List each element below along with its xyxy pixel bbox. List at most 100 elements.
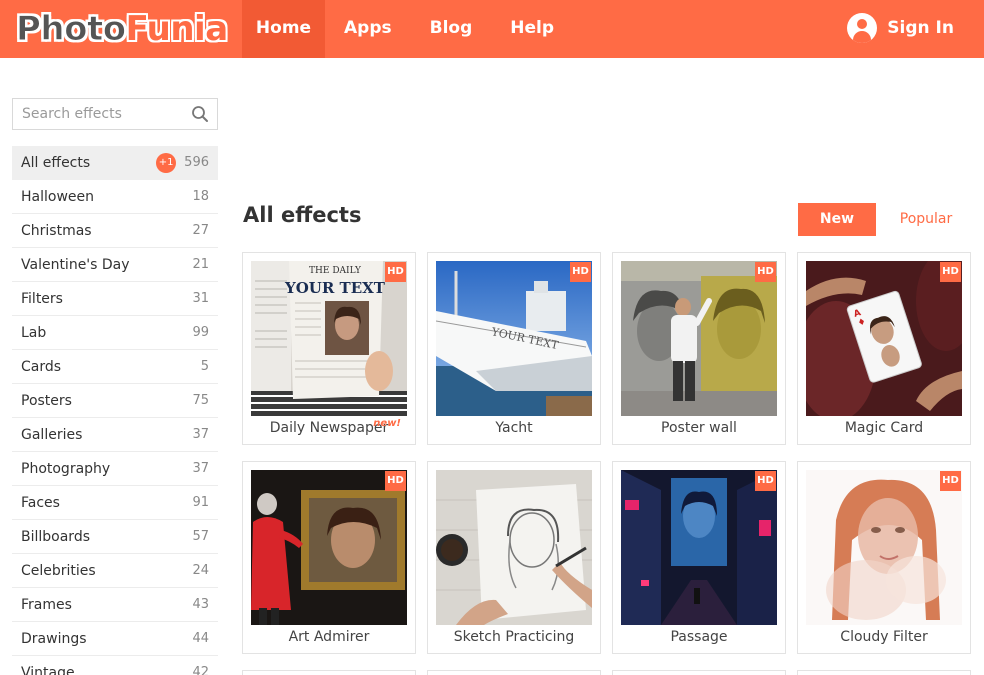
effect-thumbnail <box>436 470 592 625</box>
category-count: 75 <box>192 393 209 408</box>
category-label: Lab <box>21 324 47 341</box>
effect-card-partial[interactable] <box>797 670 971 675</box>
hd-badge: HD <box>755 471 776 491</box>
category-frames[interactable]: Frames 43 <box>12 588 218 622</box>
nav-apps[interactable]: Apps <box>325 0 411 58</box>
effect-label: Magic Card <box>844 420 924 436</box>
hd-badge: HD <box>385 471 406 491</box>
category-count: 596 <box>184 155 209 170</box>
effect-label: Sketch Practicing <box>453 629 575 645</box>
category-count: 42 <box>192 665 209 675</box>
category-count: 18 <box>192 189 209 204</box>
category-label: Drawings <box>21 630 87 647</box>
category-count: 21 <box>192 257 209 272</box>
effect-card-sketch-practicing[interactable]: Sketch Practicing <box>427 461 601 654</box>
category-photography[interactable]: Photography 37 <box>12 452 218 486</box>
category-halloween[interactable]: Halloween 18 <box>12 180 218 214</box>
category-count: 57 <box>192 529 209 544</box>
category-label: All effects <box>21 154 91 171</box>
category-count: 5 <box>200 359 209 374</box>
category-billboards[interactable]: Billboards 57 <box>12 520 218 554</box>
category-celebrities[interactable]: Celebrities 24 <box>12 554 218 588</box>
effect-thumbnail <box>621 261 777 416</box>
category-label: Vintage <box>21 664 75 675</box>
sign-in-button[interactable]: Sign In <box>847 12 954 44</box>
effect-label: Passage <box>670 629 728 645</box>
effect-thumbnail: THE DAILY YOUR TEXT <box>251 261 407 416</box>
hd-badge: HD <box>570 262 591 282</box>
effect-thumbnail <box>621 470 777 625</box>
new-tag: new! <box>373 418 401 429</box>
hd-badge: HD <box>385 262 406 282</box>
category-list: All effects +1 596 Halloween 18 Christmas… <box>12 146 218 675</box>
effect-card-poster-wall[interactable]: HD Poster wall <box>612 252 786 445</box>
effect-card-magic-card[interactable]: A ♦ HD Magic Card <box>797 252 971 445</box>
category-valentines-day[interactable]: Valentine's Day 21 <box>12 248 218 282</box>
category-all-effects[interactable]: All effects +1 596 <box>12 146 218 180</box>
search-box <box>12 98 218 130</box>
category-lab[interactable]: Lab 99 <box>12 316 218 350</box>
effect-label: Art Admirer <box>288 629 370 645</box>
effect-card-art-admirer[interactable]: HD Art Admirer <box>242 461 416 654</box>
sort-new-button[interactable]: New <box>798 203 876 236</box>
effect-label: Yacht <box>495 420 533 436</box>
category-label: Christmas <box>21 222 92 239</box>
category-label: Filters <box>21 290 63 307</box>
category-count: 31 <box>192 291 209 306</box>
user-avatar-icon <box>847 13 878 43</box>
effect-thumbnail: YOUR TEXT <box>436 261 592 416</box>
category-faces[interactable]: Faces 91 <box>12 486 218 520</box>
effect-card-yacht[interactable]: YOUR TEXT HD Yacht <box>427 252 601 445</box>
category-label: Billboards <box>21 528 90 545</box>
category-label: Cards <box>21 358 62 375</box>
effect-thumbnail <box>806 470 962 625</box>
nav-help[interactable]: Help <box>491 0 573 58</box>
effect-label: Poster wall <box>661 420 737 436</box>
effect-card-partial[interactable] <box>612 670 786 675</box>
category-label: Halloween <box>21 188 95 205</box>
effect-label: Cloudy Filter <box>840 629 928 645</box>
category-count: 44 <box>192 631 209 646</box>
category-label: Faces <box>21 494 60 511</box>
category-filters[interactable]: Filters 31 <box>12 282 218 316</box>
page-title: All effects <box>243 203 362 227</box>
new-count-badge: +1 <box>156 152 177 173</box>
main-nav: Home Apps Blog Help <box>242 0 573 58</box>
category-cards[interactable]: Cards 5 <box>12 350 218 384</box>
category-label: Frames <box>21 596 72 613</box>
category-label: Galleries <box>21 426 83 443</box>
search-input[interactable] <box>13 99 217 129</box>
effect-card-cloudy-filter[interactable]: HD Cloudy Filter <box>797 461 971 654</box>
nav-home[interactable]: Home <box>242 0 325 58</box>
category-vintage[interactable]: Vintage 42 <box>12 656 218 675</box>
sign-in-label: Sign In <box>887 18 954 38</box>
photofunia-logo[interactable]: PhotoFunia <box>16 8 229 50</box>
effect-card-daily-newspaper[interactable]: THE DAILY YOUR TEXT HD Daily Newspaper n… <box>242 252 416 445</box>
effect-card-partial[interactable] <box>427 670 601 675</box>
category-count: 27 <box>192 223 209 238</box>
category-galleries[interactable]: Galleries 37 <box>12 418 218 452</box>
search-icon[interactable] <box>191 105 209 123</box>
category-count: 37 <box>192 461 209 476</box>
nav-blog[interactable]: Blog <box>411 0 492 58</box>
hd-badge: HD <box>940 262 961 282</box>
effect-card-passage[interactable]: HD Passage <box>612 461 786 654</box>
category-count: 37 <box>192 427 209 442</box>
category-label: Photography <box>21 460 111 477</box>
hd-badge: HD <box>755 262 776 282</box>
logo-text-funia: Funia <box>125 9 229 49</box>
category-posters[interactable]: Posters 75 <box>12 384 218 418</box>
newspaper-header-text: THE DAILY <box>309 266 362 276</box>
effect-thumbnail <box>251 470 407 625</box>
category-drawings[interactable]: Drawings 44 <box>12 622 218 656</box>
category-count: 99 <box>192 325 209 340</box>
category-label: Posters <box>21 392 72 409</box>
effect-card-partial[interactable] <box>242 670 416 675</box>
category-count: 91 <box>192 495 209 510</box>
category-christmas[interactable]: Christmas 27 <box>12 214 218 248</box>
category-count: 24 <box>192 563 209 578</box>
category-label: Valentine's Day <box>21 256 130 273</box>
header-bar: PhotoFunia Home Apps Blog Help Sign In <box>0 0 984 58</box>
sort-popular-button[interactable]: Popular <box>890 203 962 236</box>
logo-text-photo: Photo <box>16 9 127 50</box>
